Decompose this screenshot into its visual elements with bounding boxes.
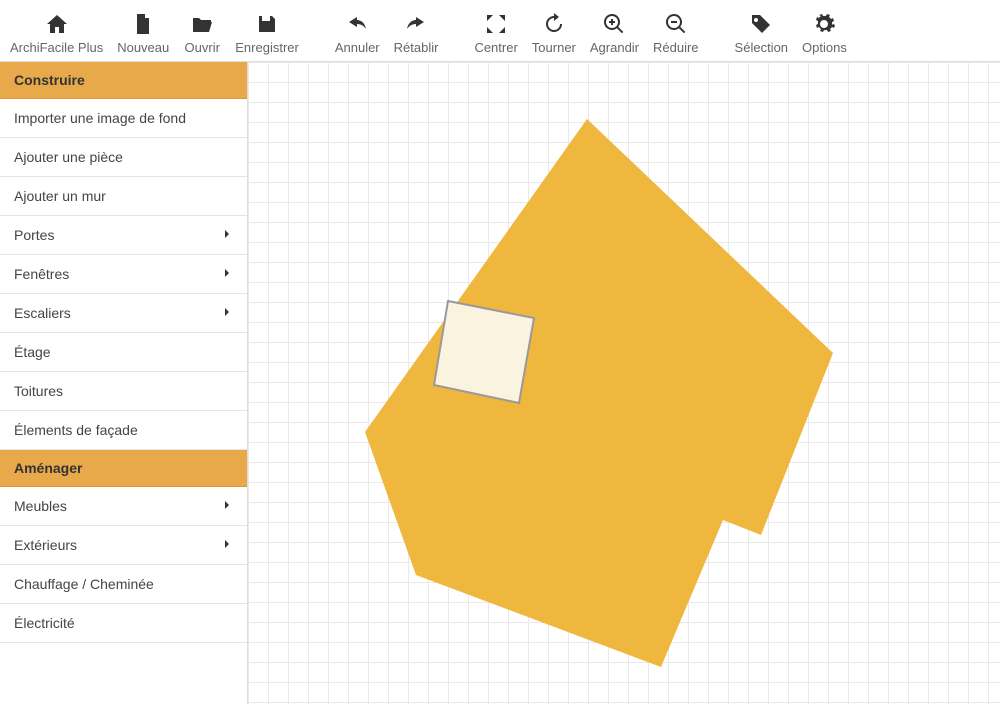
options-label: Options xyxy=(802,40,847,55)
undo-icon xyxy=(343,10,371,38)
chevron-right-icon xyxy=(221,266,233,282)
add-room-label: Ajouter une pièce xyxy=(14,149,123,165)
save-button[interactable]: Enregistrer xyxy=(229,8,305,57)
options-button[interactable]: Options xyxy=(796,8,853,57)
sidebar-item-doors[interactable]: Portes xyxy=(0,216,247,255)
save-icon xyxy=(253,10,281,38)
new-button[interactable]: Nouveau xyxy=(111,8,175,57)
open-label: Ouvrir xyxy=(185,40,220,55)
chevron-right-icon xyxy=(221,537,233,553)
gear-icon xyxy=(810,10,838,38)
new-label: Nouveau xyxy=(117,40,169,55)
furniture-label: Meubles xyxy=(14,498,67,514)
sidebar-item-facade[interactable]: Élements de façade xyxy=(0,411,247,450)
rotate-icon xyxy=(540,10,568,38)
save-label: Enregistrer xyxy=(235,40,299,55)
file-icon xyxy=(129,10,157,38)
slab-shape[interactable] xyxy=(365,119,833,667)
floor-label: Étage xyxy=(14,344,51,360)
redo-label: Rétablir xyxy=(394,40,439,55)
zoom-out-label: Réduire xyxy=(653,40,699,55)
expand-icon xyxy=(482,10,510,38)
exterior-label: Extérieurs xyxy=(14,537,77,553)
sidebar-item-stairs[interactable]: Escaliers xyxy=(0,294,247,333)
windows-label: Fenêtres xyxy=(14,266,69,282)
import-bg-label: Importer une image de fond xyxy=(14,110,186,126)
sidebar: Construire Importer une image de fond Aj… xyxy=(0,62,248,704)
zoom-in-icon xyxy=(600,10,628,38)
redo-icon xyxy=(402,10,430,38)
canvas[interactable] xyxy=(248,62,1000,704)
rotate-button[interactable]: Tourner xyxy=(526,8,582,57)
tags-icon xyxy=(747,10,775,38)
home-icon xyxy=(43,10,71,38)
home-button[interactable]: ArchiFacile Plus xyxy=(4,8,109,57)
sidebar-item-heating[interactable]: Chauffage / Cheminée xyxy=(0,565,247,604)
sidebar-item-import-bg[interactable]: Importer une image de fond xyxy=(0,99,247,138)
chevron-right-icon xyxy=(221,227,233,243)
heating-label: Chauffage / Cheminée xyxy=(14,576,154,592)
facade-label: Élements de façade xyxy=(14,422,138,438)
sidebar-item-add-room[interactable]: Ajouter une pièce xyxy=(0,138,247,177)
chevron-right-icon xyxy=(221,305,233,321)
floorplan-shapes xyxy=(248,62,1000,704)
undo-label: Annuler xyxy=(335,40,380,55)
sidebar-item-roofs[interactable]: Toitures xyxy=(0,372,247,411)
stairs-label: Escaliers xyxy=(14,305,71,321)
section-amenager[interactable]: Aménager xyxy=(0,450,247,487)
center-label: Centrer xyxy=(474,40,517,55)
add-wall-label: Ajouter un mur xyxy=(14,188,106,204)
chevron-right-icon xyxy=(221,498,233,514)
sidebar-item-furniture[interactable]: Meubles xyxy=(0,487,247,526)
sidebar-item-windows[interactable]: Fenêtres xyxy=(0,255,247,294)
zoom-in-label: Agrandir xyxy=(590,40,639,55)
undo-button[interactable]: Annuler xyxy=(329,8,386,57)
redo-button[interactable]: Rétablir xyxy=(388,8,445,57)
folder-open-icon xyxy=(188,10,216,38)
zoom-out-icon xyxy=(662,10,690,38)
electricity-label: Électricité xyxy=(14,615,75,631)
open-button[interactable]: Ouvrir xyxy=(177,8,227,57)
doors-label: Portes xyxy=(14,227,54,243)
sidebar-item-add-wall[interactable]: Ajouter un mur xyxy=(0,177,247,216)
section-construire[interactable]: Construire xyxy=(0,62,247,99)
sidebar-item-electricity[interactable]: Électricité xyxy=(0,604,247,643)
home-label: ArchiFacile Plus xyxy=(10,40,103,55)
sidebar-item-exterior[interactable]: Extérieurs xyxy=(0,526,247,565)
zoom-out-button[interactable]: Réduire xyxy=(647,8,705,57)
center-button[interactable]: Centrer xyxy=(468,8,523,57)
main-toolbar: ArchiFacile Plus Nouveau Ouvrir Enregist… xyxy=(0,0,1000,62)
rotate-label: Tourner xyxy=(532,40,576,55)
zoom-in-button[interactable]: Agrandir xyxy=(584,8,645,57)
sidebar-item-floor[interactable]: Étage xyxy=(0,333,247,372)
selection-label: Sélection xyxy=(735,40,788,55)
selection-button[interactable]: Sélection xyxy=(729,8,794,57)
room-shape[interactable] xyxy=(434,301,534,403)
roofs-label: Toitures xyxy=(14,383,63,399)
